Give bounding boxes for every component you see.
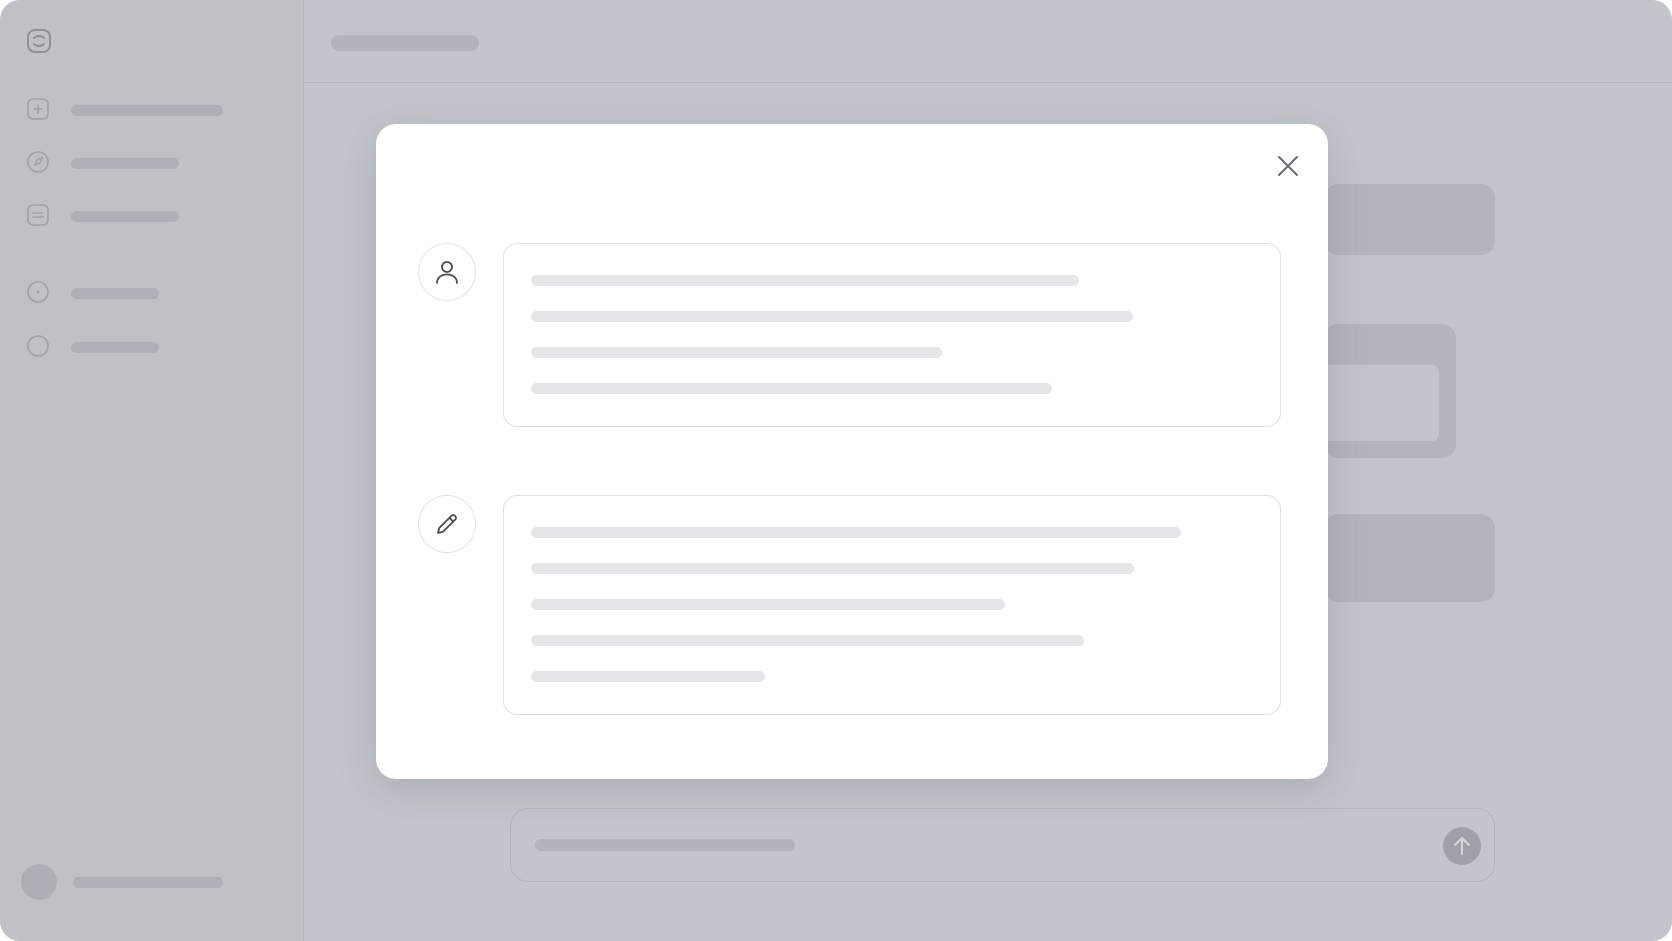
avatar: [21, 864, 57, 900]
circle-icon: [27, 335, 49, 357]
edit-message-box[interactable]: [503, 495, 1281, 715]
skeleton-line: [531, 635, 1084, 646]
sidebar-item-new-chat[interactable]: [26, 97, 286, 123]
add-circle-icon: [27, 281, 49, 303]
send-button[interactable]: [1443, 827, 1481, 865]
sidebar-item-library[interactable]: [26, 203, 286, 229]
sidebar-item-explore[interactable]: [26, 150, 286, 176]
page-title: [331, 35, 479, 51]
skeleton-line: [531, 671, 765, 682]
skeleton-line: [531, 347, 942, 358]
arrow-up-icon: [1454, 837, 1470, 855]
user-icon: [436, 261, 458, 284]
background-card-inner: [1324, 362, 1442, 444]
app-window: [0, 0, 1672, 941]
message-composer[interactable]: [510, 808, 1495, 882]
skeleton-line: [531, 527, 1181, 538]
skeleton-line: [531, 311, 1133, 322]
sidebar-item-label: [71, 105, 223, 116]
new-chat-icon: [27, 98, 49, 120]
close-button[interactable]: [1272, 150, 1304, 182]
skeleton-line: [531, 599, 1005, 610]
profile-button[interactable]: [21, 864, 281, 900]
sidebar-item-label: [71, 158, 179, 169]
sidebar-item-label: [71, 342, 159, 353]
sidebar-item-label: [71, 288, 159, 299]
skeleton-line: [531, 275, 1079, 286]
profile-name: [73, 877, 223, 888]
composer-placeholder: [535, 839, 795, 851]
pencil-icon: [437, 514, 457, 534]
user-message-box: [503, 243, 1281, 427]
skeleton-line: [531, 563, 1134, 574]
app-logo-icon: [27, 29, 51, 53]
background-card: [1324, 514, 1495, 602]
close-icon: [1278, 156, 1298, 176]
sidebar-item-circle[interactable]: [26, 334, 286, 360]
library-icon: [27, 204, 49, 226]
sidebar-item-add[interactable]: [26, 280, 286, 306]
sidebar: [0, 0, 304, 941]
sidebar-item-label: [71, 211, 179, 222]
edit-badge[interactable]: [418, 495, 476, 553]
top-bar: [304, 0, 1672, 83]
skeleton-line: [531, 383, 1052, 394]
user-avatar-badge: [418, 243, 476, 301]
explore-icon: [27, 151, 49, 173]
modal-dialog: [376, 124, 1328, 779]
background-card: [1324, 184, 1495, 255]
